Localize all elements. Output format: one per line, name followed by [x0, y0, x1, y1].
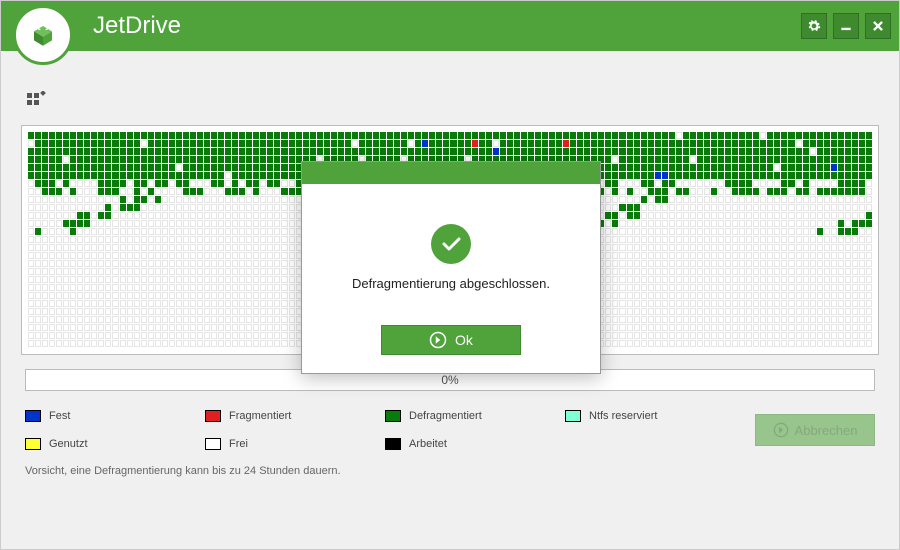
dialog-header: [302, 162, 600, 184]
legend-frei: Frei: [205, 433, 385, 455]
success-badge: [431, 224, 471, 264]
legend-defragmentiert: Defragmentiert: [385, 405, 565, 427]
swatch-frei: [205, 438, 221, 450]
progress-text: 0%: [441, 373, 458, 387]
close-icon: [871, 19, 885, 33]
swatch-fragmentiert: [205, 410, 221, 422]
window-controls: [801, 13, 891, 39]
minimize-icon: [839, 19, 853, 33]
close-button[interactable]: [865, 13, 891, 39]
legend-genutzt: Genutzt: [25, 433, 205, 455]
legend: Fest Fragmentiert Defragmentiert Ntfs re…: [25, 405, 875, 455]
completion-dialog: Defragmentierung abgeschlossen. Ok: [301, 161, 601, 374]
legend-fragmentiert: Fragmentiert: [205, 405, 385, 427]
cancel-button: Abbrechen: [755, 414, 875, 446]
legend-ntfs: Ntfs reserviert: [565, 405, 745, 427]
settings-button[interactable]: [801, 13, 827, 39]
warning-text: Vorsicht, eine Defragmentierung kann bis…: [25, 465, 875, 477]
app-title: JetDrive: [93, 12, 181, 40]
swatch-ntfs: [565, 410, 581, 422]
checkmark-icon: [439, 232, 463, 256]
legend-fest: Fest: [25, 405, 205, 427]
ok-button[interactable]: Ok: [381, 325, 521, 355]
swatch-genutzt: [25, 438, 41, 450]
legend-arbeitet: Arbeitet: [385, 433, 565, 455]
gear-icon: [807, 19, 821, 33]
arrow-right-circle-icon: [429, 331, 447, 349]
dialog-body: Defragmentierung abgeschlossen. Ok: [302, 184, 600, 373]
arrow-right-circle-icon: [773, 422, 789, 438]
swatch-arbeitet: [385, 438, 401, 450]
swatch-fest: [25, 410, 41, 422]
cluster-view-icon: [25, 91, 49, 115]
titlebar: JetDrive: [1, 1, 899, 51]
minimize-button[interactable]: [833, 13, 859, 39]
swatch-defragmentiert: [385, 410, 401, 422]
dialog-message: Defragmentierung abgeschlossen.: [312, 276, 590, 291]
app-logo: [13, 5, 73, 65]
